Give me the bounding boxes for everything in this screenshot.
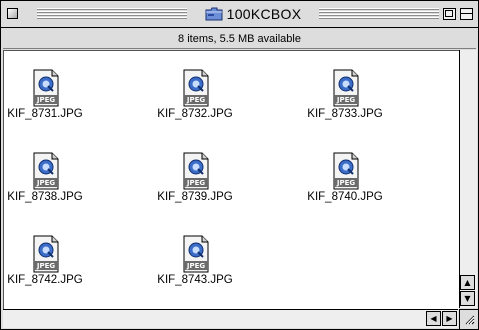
- jpeg-file-icon: JPEG: [183, 152, 209, 190]
- file-name: KIF_8738.JPG: [7, 191, 83, 203]
- collapse-box-button[interactable]: [460, 8, 473, 20]
- vertical-scrollbar[interactable]: ▲ ▼: [459, 50, 477, 308]
- jpeg-badge-text: JPEG: [186, 96, 206, 104]
- resize-grip[interactable]: [459, 309, 478, 329]
- jpeg-file-icon: JPEG: [183, 235, 209, 273]
- arrow-right-icon: ▶: [446, 314, 453, 323]
- file-item[interactable]: JPEG KIF_8732.JPG: [140, 69, 250, 120]
- folder-content[interactable]: JPEG KIF_8731.JPG JPEG KIF_8732.JPG JPEG…: [3, 50, 459, 309]
- jpeg-badge-text: JPEG: [336, 179, 356, 187]
- arrow-down-icon: ▼: [464, 294, 471, 303]
- jpeg-badge-text: JPEG: [36, 262, 56, 270]
- jpeg-badge-text: JPEG: [36, 179, 56, 187]
- file-item[interactable]: JPEG KIF_8739.JPG: [140, 152, 250, 203]
- file-name: KIF_8731.JPG: [7, 108, 83, 120]
- window-title-text: 100KCBOX: [226, 6, 302, 22]
- file-item[interactable]: JPEG KIF_8738.JPG: [0, 152, 100, 203]
- arrow-left-icon: ◀: [430, 314, 437, 323]
- info-bar: 8 items, 5.5 MB available: [3, 29, 476, 49]
- jpeg-badge-text: JPEG: [186, 179, 206, 187]
- scroll-up-button[interactable]: ▲: [460, 275, 475, 290]
- jpeg-file-icon: JPEG: [333, 152, 359, 190]
- title-bar[interactable]: 100KCBOX: [1, 1, 478, 28]
- title-bar-stripes-right: [319, 8, 439, 19]
- file-item[interactable]: JPEG KIF_8733.JPG: [290, 69, 400, 120]
- file-item[interactable]: JPEG KIF_8740.JPG: [290, 152, 400, 203]
- file-name: KIF_8740.JPG: [307, 191, 383, 203]
- jpeg-badge-text: JPEG: [336, 96, 356, 104]
- file-item[interactable]: JPEG KIF_8743.JPG: [140, 235, 250, 286]
- close-box-button[interactable]: [7, 8, 18, 19]
- horizontal-scrollbar[interactable]: ◀ ▶: [3, 309, 458, 328]
- file-name: KIF_8743.JPG: [157, 274, 233, 286]
- zoom-box-button[interactable]: [443, 8, 456, 20]
- items-available-text: 8 items, 5.5 MB available: [178, 32, 301, 45]
- window-title: 100KCBOX: [191, 5, 315, 23]
- scroll-down-button[interactable]: ▼: [460, 291, 475, 306]
- scroll-right-button[interactable]: ▶: [442, 311, 457, 326]
- file-item[interactable]: JPEG KIF_8731.JPG: [0, 69, 100, 120]
- jpeg-file-icon: JPEG: [333, 69, 359, 107]
- jpeg-file-icon: JPEG: [33, 152, 59, 190]
- jpeg-badge-text: JPEG: [36, 96, 56, 104]
- file-item[interactable]: JPEG KIF_8742.JPG: [0, 235, 100, 286]
- scroll-left-button[interactable]: ◀: [426, 311, 441, 326]
- jpeg-badge-text: JPEG: [186, 262, 206, 270]
- file-name: KIF_8733.JPG: [307, 108, 383, 120]
- arrow-up-icon: ▲: [464, 278, 471, 287]
- folder-icon: [205, 7, 223, 21]
- jpeg-file-icon: JPEG: [33, 69, 59, 107]
- title-bar-stripes-left: [37, 8, 187, 19]
- jpeg-file-icon: JPEG: [183, 69, 209, 107]
- jpeg-file-icon: JPEG: [33, 235, 59, 273]
- file-name: KIF_8742.JPG: [7, 274, 83, 286]
- file-name: KIF_8732.JPG: [157, 108, 233, 120]
- finder-window: 100KCBOX 8 items, 5.5 MB available JPEG …: [0, 0, 479, 330]
- resize-grip-icon: [465, 315, 475, 325]
- file-name: KIF_8739.JPG: [157, 191, 233, 203]
